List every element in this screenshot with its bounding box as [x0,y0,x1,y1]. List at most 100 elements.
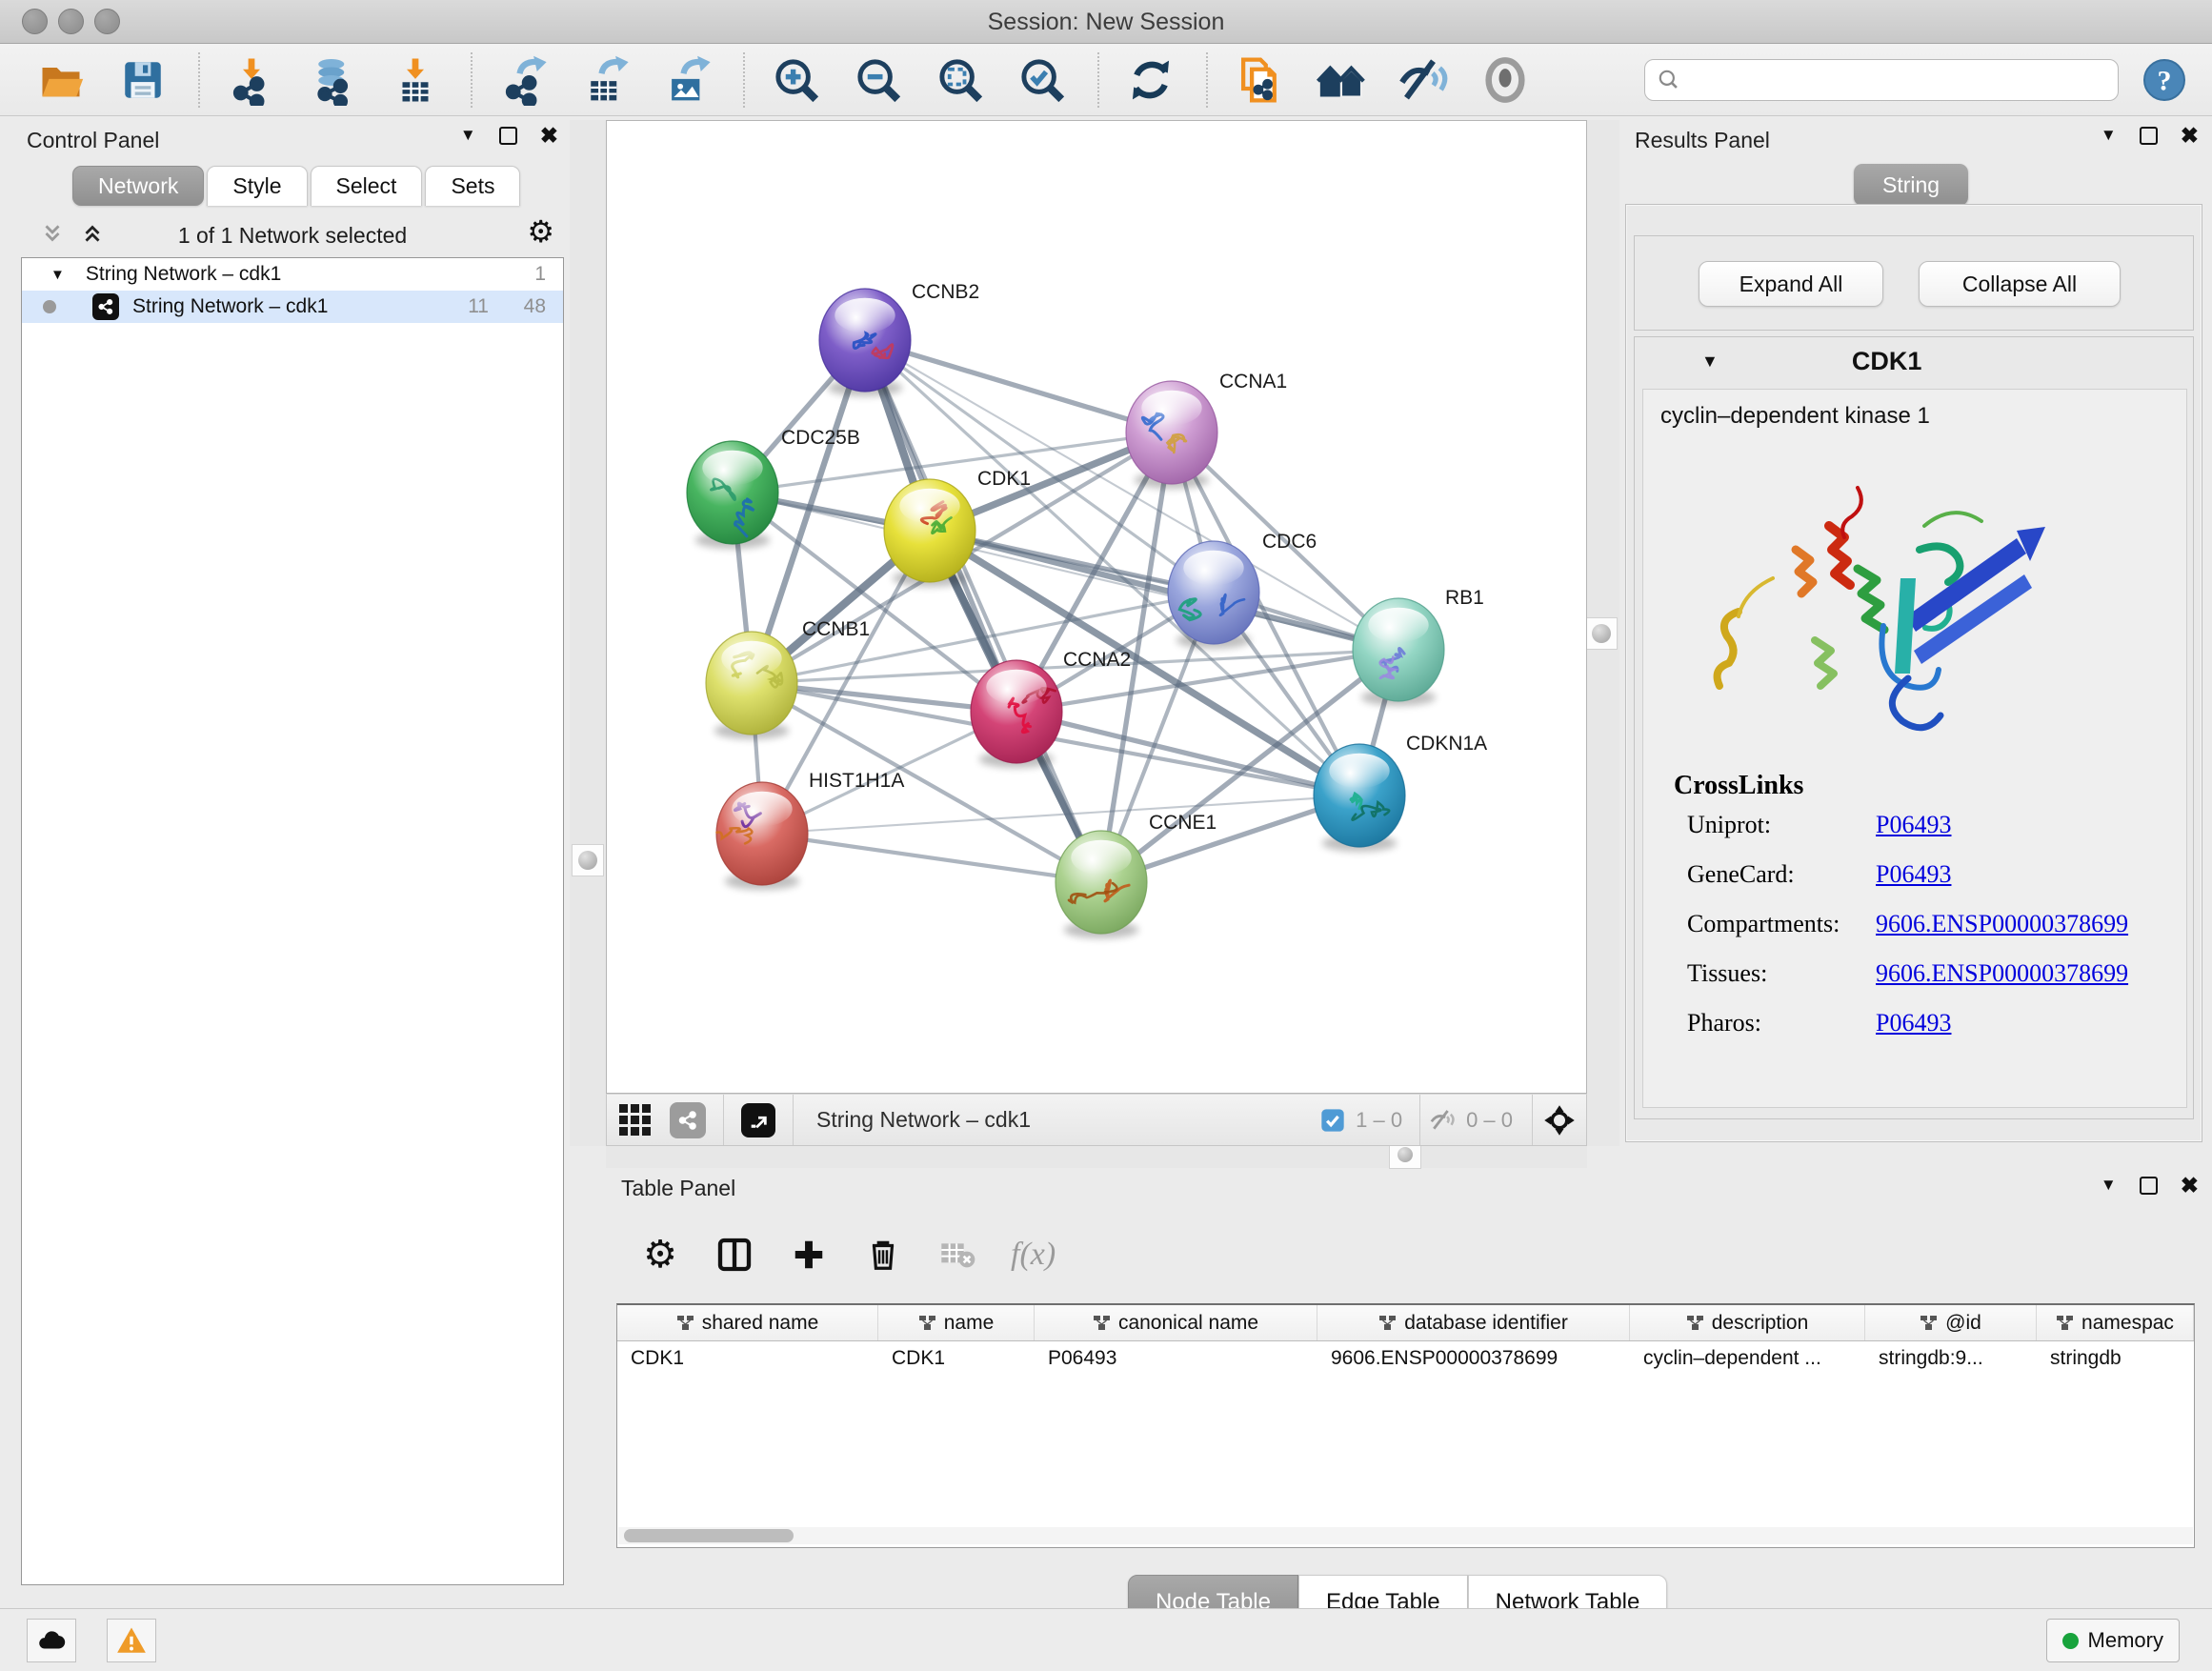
table-options-gear-icon[interactable]: ⚙ [639,1234,681,1276]
node-CCNB1[interactable] [706,632,797,739]
node-table[interactable]: shared namenamecanonical namedatabase id… [616,1303,2195,1548]
import-network-file-icon[interactable] [225,53,278,107]
node-CCNE1[interactable] [1056,831,1147,938]
panel-float-icon[interactable] [499,127,517,145]
network-canvas[interactable]: CCNB2CCNA1CDC25BCDK1CDC6RB1CCNB1CCNA2CDK… [606,120,1587,1094]
table-cell[interactable]: CDK1 [617,1341,878,1376]
table-row[interactable]: CDK1CDK1P064939606.ENSP00000378699cyclin… [617,1341,2194,1376]
column-header-database-identifier[interactable]: database identifier [1317,1305,1630,1340]
column-header-description[interactable]: description [1630,1305,1865,1340]
column-header-canonical-name[interactable]: canonical name [1035,1305,1317,1340]
node-label-CCNA1: CCNA1 [1219,371,1287,393]
save-session-icon[interactable] [116,53,170,107]
scrollbar-thumb[interactable] [624,1529,794,1542]
zoom-fit-icon[interactable] [934,53,987,107]
delete-column-icon[interactable] [862,1234,904,1276]
show-columns-icon[interactable] [714,1234,755,1276]
control-panel-title: Control Panel [27,128,159,153]
panel-close-icon[interactable]: ✖ [2181,1177,2199,1195]
tab-network[interactable]: Network [72,166,204,206]
string-query-icon[interactable] [1315,53,1368,107]
tab-sets[interactable]: Sets [425,166,520,206]
crosslink-row: Tissues:9606.ENSP00000378699 [1687,959,2182,988]
show-graphics-details-icon[interactable] [1478,53,1532,107]
export-image-icon[interactable] [661,53,714,107]
fit-content-crosshair-icon[interactable] [1542,1103,1577,1137]
network-collection-row[interactable]: ▼ String Network – cdk1 1 [22,258,563,291]
panel-float-icon[interactable] [2140,1177,2158,1195]
apply-layout-icon[interactable] [1124,53,1177,107]
horizontal-scrollbar[interactable] [618,1527,2193,1544]
panel-collapse-icon[interactable]: ▼ [2101,1176,2117,1195]
network-options-gear-icon[interactable]: ⚙ [527,213,554,250]
section-collapse-icon[interactable]: ▼ [1701,352,1719,372]
panel-close-icon[interactable]: ✖ [540,127,558,145]
panel-collapse-icon[interactable]: ▼ [2101,126,2117,145]
table-cell[interactable]: stringdb [2037,1341,2194,1376]
edge-HIST1H1A-CCNE1 [762,834,1101,882]
column-header-namespac[interactable]: namespac [2037,1305,2194,1340]
table-cell[interactable]: P06493 [1035,1341,1317,1376]
open-session-icon[interactable] [34,53,88,107]
expand-all-button[interactable]: Expand All [1699,261,1883,307]
node-RB1[interactable] [1353,598,1444,706]
zoom-in-icon[interactable] [770,53,823,107]
node-CDC25B[interactable] [687,441,778,549]
cloud-icon[interactable] [27,1619,76,1662]
table-cell[interactable]: stringdb:9... [1865,1341,2037,1376]
network-graph[interactable]: CCNB2CCNA1CDC25BCDK1CDC6RB1CCNB1CCNA2CDK… [607,121,1586,1093]
crosslink-value-link[interactable]: 9606.ENSP00000378699 [1876,910,2128,938]
search-input[interactable] [1681,68,2101,92]
tab-select[interactable]: Select [311,166,423,206]
collapse-all-button[interactable]: Collapse All [1919,261,2121,307]
memory-button[interactable]: Memory [2046,1619,2180,1662]
create-column-icon[interactable] [788,1234,830,1276]
table-cell[interactable]: 9606.ENSP00000378699 [1317,1341,1630,1376]
panel-collapse-icon[interactable]: ▼ [460,126,476,145]
warning-icon[interactable] [107,1619,156,1662]
share-view-icon[interactable] [670,1102,706,1138]
tab-string[interactable]: String [1854,164,1968,206]
edge-layer [733,340,1398,882]
export-table-icon[interactable] [579,53,633,107]
zoom-selected-icon[interactable] [1016,53,1069,107]
left-splitter-grip[interactable] [572,844,604,876]
import-table-file-icon[interactable] [389,53,442,107]
left-splitter[interactable] [570,120,606,1146]
node-CDK1[interactable] [884,479,975,587]
network-collection-label: String Network – cdk1 [86,263,281,286]
crosslink-value-link[interactable]: 9606.ENSP00000378699 [1876,959,2128,988]
search-box[interactable] [1644,59,2119,101]
help-icon[interactable]: ? [2142,57,2187,103]
table-cell[interactable]: cyclin–dependent ... [1630,1341,1865,1376]
export-network-icon[interactable] [497,53,551,107]
birdseye-view-icon[interactable] [741,1103,775,1137]
zoom-out-icon[interactable] [852,53,905,107]
bottom-splitter[interactable] [606,1146,1587,1168]
column-header-shared-name[interactable]: shared name [617,1305,878,1340]
panel-float-icon[interactable] [2140,127,2158,145]
crosslink-value-link[interactable]: P06493 [1876,811,1951,839]
column-header-name[interactable]: name [878,1305,1035,1340]
tree-expand-icon[interactable]: ▼ [50,267,65,283]
hide-graphics-details-icon[interactable] [1397,53,1450,107]
node-CDKN1A[interactable] [1314,744,1405,852]
tab-style[interactable]: Style [207,166,307,206]
panel-close-icon[interactable]: ✖ [2181,127,2199,145]
table-cell[interactable]: CDK1 [878,1341,1035,1376]
copy-network-icon[interactable] [1233,53,1286,107]
right-splitter[interactable] [1583,120,1619,1146]
column-header-@id[interactable]: @id [1865,1305,2037,1340]
crosslink-value-link[interactable]: P06493 [1876,1009,1951,1037]
grid-mode-icon[interactable] [619,1104,651,1136]
node-CCNA1[interactable] [1126,381,1217,489]
import-network-database-icon[interactable] [307,53,360,107]
right-splitter-grip[interactable] [1585,617,1618,650]
node-CCNA2[interactable] [971,660,1062,768]
node-HIST1H1A[interactable] [716,782,808,890]
gene-section-header[interactable]: ▼ CDK1 [1635,337,2193,385]
crosslink-row: GeneCard:P06493 [1687,860,2182,889]
network-row-selected[interactable]: String Network – cdk1 11 48 [22,291,563,323]
selected-checkbox-icon[interactable] [1319,1107,1346,1134]
crosslink-value-link[interactable]: P06493 [1876,860,1951,889]
